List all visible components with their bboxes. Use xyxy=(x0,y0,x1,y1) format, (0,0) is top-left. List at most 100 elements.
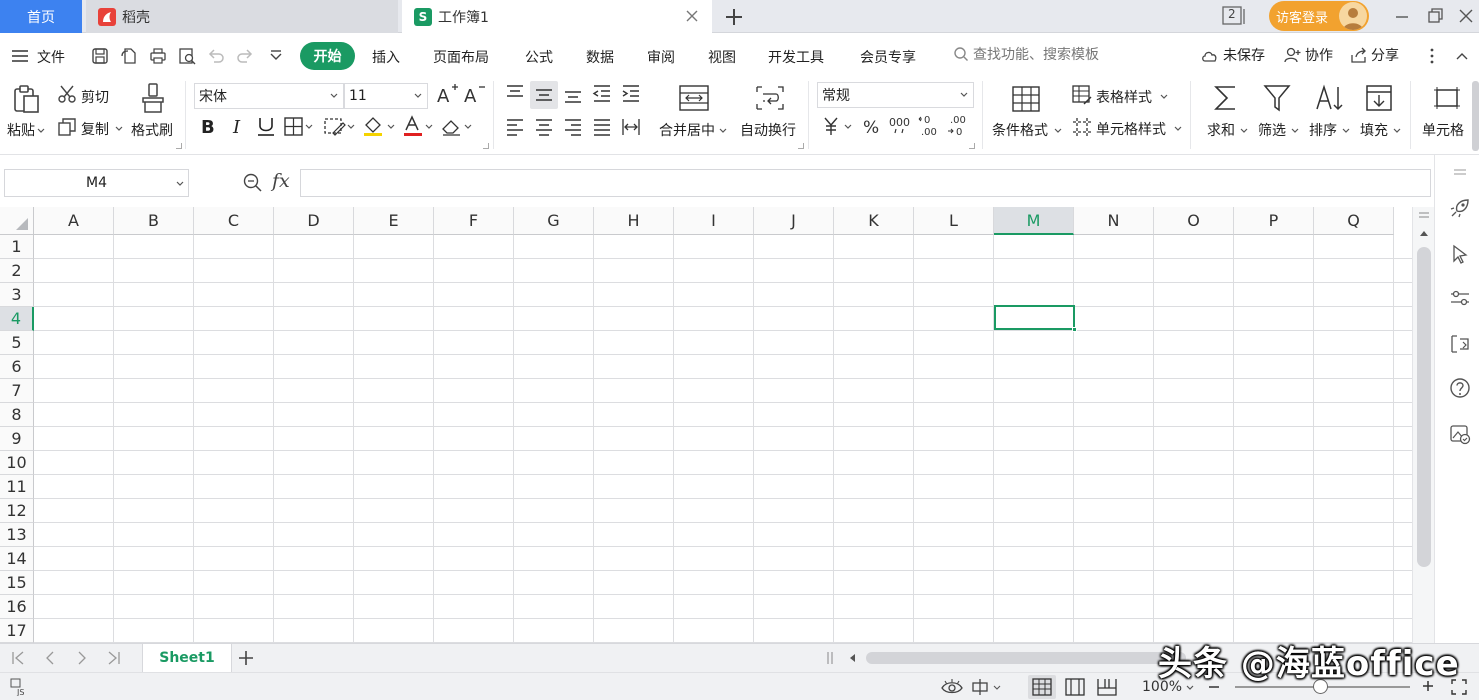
restore-icon[interactable] xyxy=(1425,6,1445,26)
feature-search[interactable]: 查找功能、搜索模板 xyxy=(953,44,1099,64)
italic-icon[interactable]: I xyxy=(228,115,248,137)
close-window-icon[interactable] xyxy=(1456,6,1476,26)
row-header-14[interactable]: 14 xyxy=(0,547,34,571)
tab-member[interactable]: 会员专享 xyxy=(860,47,916,67)
column-header-e[interactable]: E xyxy=(354,207,434,235)
row-header-1[interactable]: 1 xyxy=(0,235,34,259)
align-bottom-icon[interactable] xyxy=(562,83,584,105)
font-group-launcher[interactable] xyxy=(483,143,489,149)
minimize-icon[interactable] xyxy=(1392,6,1412,26)
undo-icon[interactable] xyxy=(206,46,226,66)
eraser-icon[interactable] xyxy=(440,115,474,137)
row-header-6[interactable]: 6 xyxy=(0,355,34,379)
column-header-d[interactable]: D xyxy=(274,207,354,235)
format-painter-button[interactable]: 格式刷 xyxy=(131,120,173,140)
column-header-n[interactable]: N xyxy=(1074,207,1154,235)
name-box[interactable]: M4 xyxy=(4,169,189,197)
row-header-7[interactable]: 7 xyxy=(0,379,34,403)
tab-developer[interactable]: 开发工具 xyxy=(768,47,824,67)
scroll-left-icon[interactable] xyxy=(848,653,856,663)
fill-dropdown-icon[interactable] xyxy=(1393,128,1401,134)
save-icon[interactable] xyxy=(90,46,110,66)
sum-icon[interactable] xyxy=(1212,83,1240,113)
table-style-icon[interactable] xyxy=(1071,84,1093,106)
sum-button[interactable]: 求和 xyxy=(1207,120,1235,140)
vertical-scroll-thumb[interactable] xyxy=(1417,247,1431,567)
row-header-3[interactable]: 3 xyxy=(0,283,34,307)
copy-dropdown-icon[interactable] xyxy=(115,126,123,132)
window-count-icon[interactable]: 2 xyxy=(1222,5,1248,27)
export-icon[interactable] xyxy=(119,46,139,66)
eye-protection-icon[interactable] xyxy=(940,678,964,696)
thousands-separator-icon[interactable]: 000 xyxy=(888,113,916,137)
column-header-p[interactable]: P xyxy=(1234,207,1314,235)
sheet-tab-sheet1[interactable]: Sheet1 xyxy=(142,644,232,672)
formula-input[interactable] xyxy=(300,169,1431,197)
collaborate-button[interactable]: 协作 xyxy=(1284,45,1333,65)
table-style-button[interactable]: 表格样式 xyxy=(1096,87,1152,107)
align-left-icon[interactable] xyxy=(504,116,526,138)
pointer-icon[interactable] xyxy=(1449,243,1471,265)
tab-page-layout[interactable]: 页面布局 xyxy=(433,47,489,67)
row-header-15[interactable]: 15 xyxy=(0,571,34,595)
conditional-format-button[interactable]: 条件格式 xyxy=(992,120,1048,140)
more-options-icon[interactable] xyxy=(1422,46,1442,66)
font-name-select[interactable]: 宋体 xyxy=(194,83,344,109)
zoom-dropdown-icon[interactable] xyxy=(1186,685,1194,691)
help-icon[interactable] xyxy=(1449,377,1471,399)
close-tab-icon[interactable] xyxy=(684,8,700,24)
percent-format-icon[interactable]: % xyxy=(860,115,884,137)
column-header-q[interactable]: Q xyxy=(1314,207,1394,235)
file-menu[interactable]: 文件 xyxy=(37,47,65,67)
quick-access-dropdown-icon[interactable] xyxy=(266,46,286,66)
sum-dropdown-icon[interactable] xyxy=(1240,128,1248,134)
alignment-group-launcher[interactable] xyxy=(798,143,804,149)
zoom-search-icon[interactable] xyxy=(242,172,264,194)
page-break-view-icon[interactable] xyxy=(1096,678,1118,696)
tab-view[interactable]: 视图 xyxy=(708,47,736,67)
fill-icon[interactable] xyxy=(1364,83,1394,113)
wrap-text-button[interactable]: 自动换行 xyxy=(740,120,796,140)
first-sheet-icon[interactable] xyxy=(10,650,26,666)
share-button[interactable]: 分享 xyxy=(1350,45,1399,65)
cell-style-icon[interactable] xyxy=(1071,116,1093,138)
copy-button[interactable]: 复制 xyxy=(81,119,109,139)
hamburger-menu-icon[interactable] xyxy=(10,46,30,66)
merge-center-button[interactable]: 合并居中 xyxy=(659,120,715,140)
cell-style-button[interactable]: 单元格样式 xyxy=(1096,119,1166,139)
cell-icon[interactable] xyxy=(1432,85,1462,111)
tab-home[interactable]: 开始 xyxy=(300,42,355,70)
horizontal-scrollbar[interactable] xyxy=(840,650,1200,666)
tab-review[interactable]: 审阅 xyxy=(647,47,675,67)
borders-icon[interactable] xyxy=(283,115,313,137)
conditional-format-icon[interactable] xyxy=(1011,85,1041,113)
filter-button[interactable]: 筛选 xyxy=(1258,120,1286,140)
split-handle-icon[interactable] xyxy=(1417,211,1431,219)
column-header-i[interactable]: I xyxy=(674,207,754,235)
redo-icon[interactable] xyxy=(235,46,255,66)
sort-icon[interactable] xyxy=(1313,83,1345,113)
column-header-m[interactable]: M xyxy=(994,207,1074,235)
fill-handle[interactable] xyxy=(1072,327,1077,332)
scissors-icon[interactable] xyxy=(57,84,77,104)
prev-sheet-icon[interactable] xyxy=(42,650,58,666)
align-top-icon[interactable] xyxy=(504,83,526,105)
paste-icon[interactable] xyxy=(10,83,42,115)
image-tool-icon[interactable] xyxy=(1449,423,1471,445)
print-preview-icon[interactable] xyxy=(177,46,197,66)
daoke-tab[interactable]: 稻壳 xyxy=(86,0,398,33)
column-header-c[interactable]: C xyxy=(194,207,274,235)
vertical-scrollbar[interactable] xyxy=(1412,207,1434,643)
align-center-icon[interactable] xyxy=(533,116,555,138)
cell-button[interactable]: 单元格 xyxy=(1422,120,1464,140)
column-header-h[interactable]: H xyxy=(594,207,674,235)
normal-view-button[interactable] xyxy=(1028,675,1056,699)
sort-dropdown-icon[interactable] xyxy=(1342,128,1350,134)
home-tab[interactable]: 首页 xyxy=(0,0,82,33)
selected-cell-m4[interactable] xyxy=(994,305,1077,332)
last-sheet-icon[interactable] xyxy=(106,650,122,666)
number-group-launcher[interactable] xyxy=(969,143,975,149)
tab-data[interactable]: 数据 xyxy=(586,47,614,67)
insert-function-button[interactable]: fx xyxy=(272,170,290,192)
format-painter-icon[interactable] xyxy=(140,82,166,114)
